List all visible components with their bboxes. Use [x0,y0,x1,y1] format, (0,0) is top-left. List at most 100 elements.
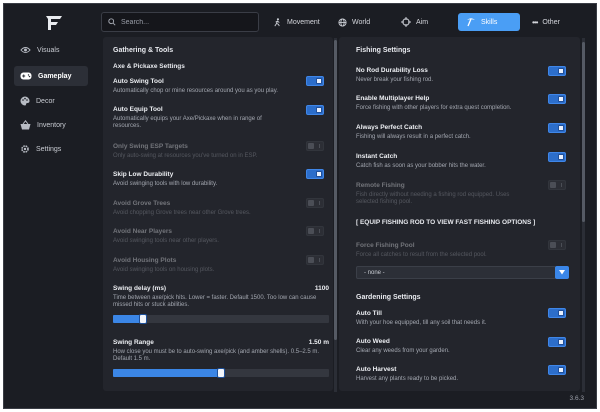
swing-range-slider[interactable] [113,368,329,378]
setting-desc: Avoid swinging tools near other players. [113,238,219,244]
setting-desc: Never break your fishing rod. [356,77,434,83]
tab-label: Skills [481,18,498,26]
setting-desc: Automatically equips your Axe/Pickaxe wh… [113,116,262,129]
fast-fishing-notice: [ EQUIP FISHING ROD TO VIEW FAST FISHING… [356,219,536,226]
sidebar-item-settings[interactable]: Settings [14,139,88,159]
tab-movement[interactable]: Movement [265,13,333,31]
auto-equip-tool-toggle[interactable] [306,105,324,115]
setting-title: Skip Low Durability [113,171,174,178]
tab-label: Movement [287,18,320,26]
slider-desc: How close you must be to auto-swing axe/… [113,349,320,362]
search-icon [108,18,116,26]
setting-title: Avoid Grove Trees [113,200,171,207]
slider-title: Swing delay (ms) [113,285,167,292]
fishing-pool-dropdown[interactable]: - none - [356,266,556,279]
crosshair-icon [401,17,411,27]
sidebar-item-decor[interactable]: Decor [14,91,88,111]
no-rod-durability-loss-toggle[interactable] [548,66,566,76]
avoid-grove-trees-toggle[interactable] [306,198,324,208]
slider-value: 1100 [314,285,329,292]
only-swing-esp-targets-toggle[interactable] [306,141,324,151]
setting-title: Instant Catch [356,153,398,160]
setting-title: Force Fishing Pool [356,242,415,249]
setting-title: Only Swing ESP Targets [113,143,188,150]
always-perfect-catch-toggle[interactable] [548,123,566,133]
version-label: 3.6.3 [569,395,584,402]
section-title: Gathering & Tools [113,47,174,54]
setting-desc: Clear any weeds from your garden. [356,348,450,354]
enable-multiplayer-help-toggle[interactable] [548,94,566,104]
tab-label: Aim [416,18,429,26]
tab-world[interactable]: World [330,13,390,31]
setting-title: Always Perfect Catch [356,124,423,131]
setting-title: Auto Weed [356,338,390,345]
slider-handle[interactable] [139,314,147,324]
setting-title: Avoid Near Players [113,228,173,235]
sidebar-item-visuals[interactable]: Visuals [14,40,88,60]
tab-aim[interactable]: Aim [393,13,453,31]
force-fishing-pool-toggle[interactable] [548,240,566,250]
gamepad-icon [20,72,32,80]
sidebar-item-label: Inventory [37,121,66,129]
slider-fill [113,369,221,377]
palette-icon [20,96,30,106]
setting-title: Auto Harvest [356,366,397,373]
setting-desc: Fish directly without needing a fishing … [356,192,510,205]
slider-handle[interactable] [217,368,225,378]
subsection-title: Axe & Pickaxe Settings [113,63,185,70]
setting-title: Avoid Housing Plots [113,257,177,264]
setting-desc: Harvest any plants ready to be picked. [356,376,459,382]
sidebar-item-label: Settings [36,145,62,153]
app-logo [42,12,66,34]
section-title: Fishing Settings [356,47,411,54]
walking-person-icon [274,17,280,26]
slider-title: Swing Range [113,339,154,346]
auto-harvest-toggle[interactable] [548,365,566,375]
skip-low-durability-toggle[interactable] [306,169,324,179]
dropdown-value: - none - [364,269,385,276]
section-title: Gardening Settings [356,294,421,301]
search-input[interactable] [121,18,251,26]
tab-skills[interactable]: Skills [458,13,520,31]
setting-desc: Force fishing with other players for ext… [356,105,512,111]
setting-desc: Avoid chopping Grove trees near other Gr… [113,210,251,216]
eye-icon [20,47,31,53]
auto-weed-toggle[interactable] [548,337,566,347]
setting-title: Enable Multiplayer Help [356,95,430,102]
setting-title: Auto Equip Tool [113,106,163,113]
setting-title: Remote Fishing [356,182,405,189]
swing-delay-slider[interactable] [113,314,329,324]
setting-desc: Avoid swinging tools with low durability… [113,181,218,187]
search-box[interactable] [101,12,259,32]
setting-desc: Automatically chop or mine resources aro… [113,88,278,94]
remote-fishing-toggle[interactable] [548,180,566,190]
avoid-housing-plots-toggle[interactable] [306,255,324,265]
right-panel-scrollbar[interactable] [582,38,585,392]
auto-till-toggle[interactable] [548,308,566,318]
instant-catch-toggle[interactable] [548,152,566,162]
setting-title: Auto Till [356,310,382,317]
setting-title: No Rod Durability Loss [356,67,428,74]
sidebar-item-label: Visuals [37,46,60,54]
setting-desc: Only auto-swing at resources you've turn… [113,153,258,159]
setting-desc: Avoid swinging tools on housing plots. [113,267,215,273]
auto-swing-tool-toggle[interactable] [306,76,324,86]
globe-icon [338,17,347,27]
gear-icon [21,145,29,153]
pickaxe-icon [467,18,475,27]
sidebar-item-label: Decor [36,97,55,105]
avoid-near-players-toggle[interactable] [306,226,324,236]
left-panel-scrollbar[interactable] [334,38,337,392]
sidebar-item-inventory[interactable]: Inventory [14,115,88,135]
ellipsis-icon: ••• [532,17,538,27]
setting-desc: With your hoe equipped, till any soil th… [356,320,487,326]
setting-desc: Force all catches to result from the sel… [356,252,487,258]
basket-icon [20,120,31,130]
tab-other[interactable]: ••• Other [524,13,584,31]
sidebar-item-gameplay[interactable]: Gameplay [14,66,88,86]
sidebar-item-label: Gameplay [38,72,72,80]
dropdown-button[interactable] [555,266,569,279]
chevron-down-icon [559,270,565,275]
slider-value: 1.50 m [308,339,329,346]
app-window: Movement World Aim Skills ••• Other [3,3,597,409]
